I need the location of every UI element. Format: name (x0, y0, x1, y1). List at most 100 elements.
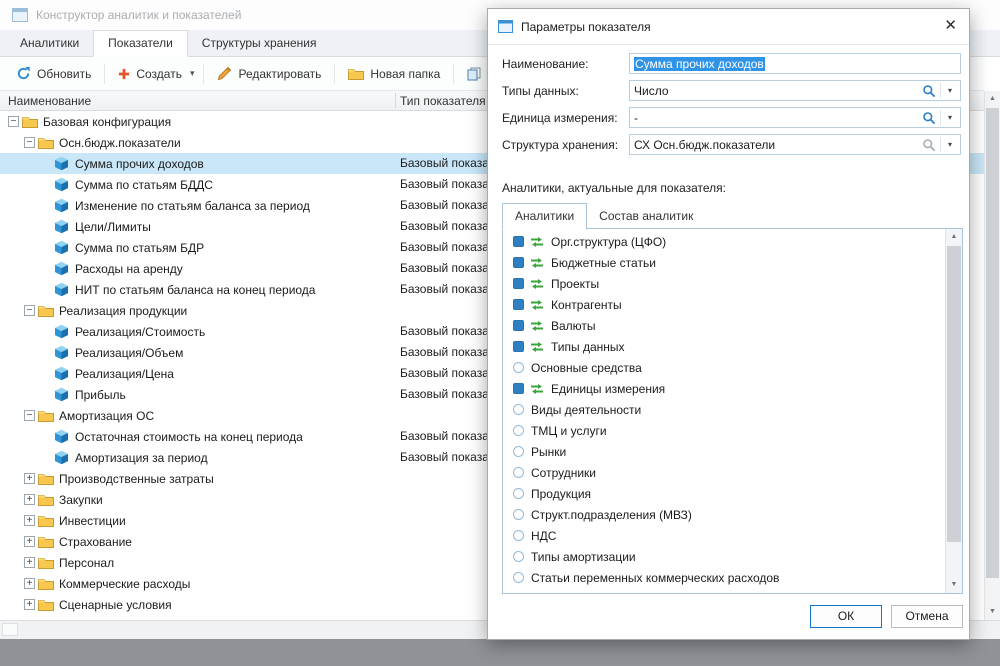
analytics-item-label: Основные средства (531, 361, 642, 375)
checkbox-unchecked-icon[interactable] (513, 551, 524, 562)
data-types-field-row: Типы данных: Число ▾ (502, 80, 961, 101)
scroll-up-icon[interactable]: ▲ (946, 229, 962, 245)
unit-field-row: Единица измерения: - ▾ (502, 107, 961, 128)
plus-expander-icon[interactable]: + (24, 599, 35, 610)
chevron-down-icon[interactable]: ▾ (944, 86, 956, 95)
tree-node-label: Сценарные условия (59, 598, 172, 612)
analytics-item-label: Сотрудники (531, 466, 596, 480)
checkbox-unchecked-icon[interactable] (513, 425, 524, 436)
chevron-down-icon[interactable]: ▾ (944, 140, 956, 149)
search-icon[interactable] (921, 84, 937, 98)
indicator-cube-icon (54, 240, 70, 255)
window-bottom-edge (0, 639, 1000, 666)
scroll-down-icon[interactable]: ▼ (946, 577, 962, 593)
storage-input[interactable]: СХ Осн.бюдж.показатели ▾ (629, 134, 961, 155)
tab-analytics-list[interactable]: Аналитики (502, 203, 587, 230)
dialog-scrollbar[interactable]: ▲ ▼ (945, 229, 962, 593)
create-dropdown-button[interactable]: ▾ (186, 63, 199, 84)
analytics-item[interactable]: Виды деятельности (503, 399, 945, 420)
analytics-item[interactable]: Основные средства (503, 357, 945, 378)
analytics-item-label: Продукция (531, 487, 591, 501)
analytics-item[interactable]: Единицы измерения (503, 378, 945, 399)
plus-expander-icon[interactable]: + (24, 578, 35, 589)
checkbox-checked-icon[interactable] (513, 341, 524, 352)
ok-button[interactable]: ОК (810, 605, 882, 628)
checkbox-checked-icon[interactable] (513, 299, 524, 310)
close-icon[interactable]: ✕ (944, 18, 957, 34)
analytics-item[interactable]: Орг.структура (ЦФО) (503, 231, 945, 252)
plus-expander-icon[interactable]: + (24, 473, 35, 484)
checkbox-unchecked-icon[interactable] (513, 488, 524, 499)
analytics-item[interactable]: ТМЦ и услуги (503, 420, 945, 441)
checkbox-checked-icon[interactable] (513, 320, 524, 331)
tab-analytics-composition[interactable]: Состав аналитик (587, 204, 705, 229)
create-button[interactable]: Создать (110, 62, 190, 86)
scroll-down-icon[interactable]: ▼ (985, 604, 1000, 620)
analytics-item[interactable]: Рынки (503, 441, 945, 462)
scroll-up-icon[interactable]: ▲ (985, 91, 1000, 107)
plus-expander-icon[interactable]: + (24, 515, 35, 526)
main-scrollbar[interactable]: ▲ ▼ (984, 91, 1000, 620)
indicator-cube-icon (54, 450, 70, 465)
analytics-item[interactable]: Валюты (503, 315, 945, 336)
analytics-item[interactable]: Статьи переменных коммерческих расходов (503, 567, 945, 588)
search-icon[interactable] (921, 111, 937, 125)
scrollbar-thumb[interactable] (947, 246, 961, 542)
edit-button[interactable]: Редактировать (209, 61, 329, 86)
analytics-item[interactable]: НДС (503, 525, 945, 546)
tree-node-label: Амортизация ОС (59, 409, 154, 423)
plus-expander-icon[interactable]: + (24, 494, 35, 505)
checkbox-unchecked-icon[interactable] (513, 404, 524, 415)
analytics-item[interactable]: Тип остатков (503, 588, 945, 593)
folder-icon (38, 135, 54, 150)
analytics-item[interactable]: Продукция (503, 483, 945, 504)
data-types-input[interactable]: Число ▾ (629, 80, 961, 101)
column-header-type[interactable]: Тип показателя (400, 94, 486, 108)
tree-node-label: Остаточная стоимость на конец периода (75, 430, 303, 444)
checkbox-checked-icon[interactable] (513, 278, 524, 289)
analytics-item[interactable]: Сотрудники (503, 462, 945, 483)
minus-expander-icon[interactable]: − (8, 116, 19, 127)
analytics-item[interactable]: Типы данных (503, 336, 945, 357)
tree-node-label: Осн.бюдж.показатели (59, 136, 181, 150)
checkbox-unchecked-icon[interactable] (513, 362, 524, 373)
unit-field-label: Единица измерения: (502, 111, 618, 125)
checkbox-checked-icon[interactable] (513, 257, 524, 268)
tab-storage-structures[interactable]: Структуры хранения (188, 31, 331, 56)
chevron-down-icon[interactable]: ▾ (944, 113, 956, 122)
column-header-name[interactable]: Наименование (8, 94, 91, 108)
checkbox-unchecked-icon[interactable] (513, 446, 524, 457)
plus-expander-icon[interactable]: + (24, 536, 35, 547)
analytics-item-label: ТМЦ и услуги (531, 424, 607, 438)
name-input[interactable]: Сумма прочих доходов (629, 53, 961, 74)
analytics-item[interactable]: Проекты (503, 273, 945, 294)
column-divider[interactable] (395, 93, 396, 108)
storage-field-label: Структура хранения: (502, 138, 618, 152)
analytics-item-label: Рынки (531, 445, 566, 459)
analytics-list-items: Орг.структура (ЦФО)Бюджетные статьиПроек… (503, 231, 945, 593)
refresh-button[interactable]: Обновить (8, 61, 99, 86)
analytics-item[interactable]: Бюджетные статьи (503, 252, 945, 273)
analytics-item[interactable]: Контрагенты (503, 294, 945, 315)
tab-indicators[interactable]: Показатели (93, 30, 188, 57)
checkbox-unchecked-icon[interactable] (513, 467, 524, 478)
analytics-item[interactable]: Типы амортизации (503, 546, 945, 567)
search-icon[interactable] (921, 138, 937, 152)
checkbox-checked-icon[interactable] (513, 236, 524, 247)
analytics-item[interactable]: Структ.подразделения (МВЗ) (503, 504, 945, 525)
analytics-item-label: Виды деятельности (531, 403, 641, 417)
minus-expander-icon[interactable]: − (24, 137, 35, 148)
minus-expander-icon[interactable]: − (24, 410, 35, 421)
toolbar-separator (334, 64, 335, 84)
cancel-button[interactable]: Отмена (891, 605, 963, 628)
checkbox-unchecked-icon[interactable] (513, 530, 524, 541)
scrollbar-thumb[interactable] (986, 108, 999, 578)
tab-analytics[interactable]: Аналитики (6, 31, 93, 56)
checkbox-unchecked-icon[interactable] (513, 509, 524, 520)
unit-input[interactable]: - ▾ (629, 107, 961, 128)
new-folder-button[interactable]: Новая папка (340, 62, 448, 86)
minus-expander-icon[interactable]: − (24, 305, 35, 316)
checkbox-checked-icon[interactable] (513, 383, 524, 394)
plus-expander-icon[interactable]: + (24, 557, 35, 568)
checkbox-unchecked-icon[interactable] (513, 572, 524, 583)
